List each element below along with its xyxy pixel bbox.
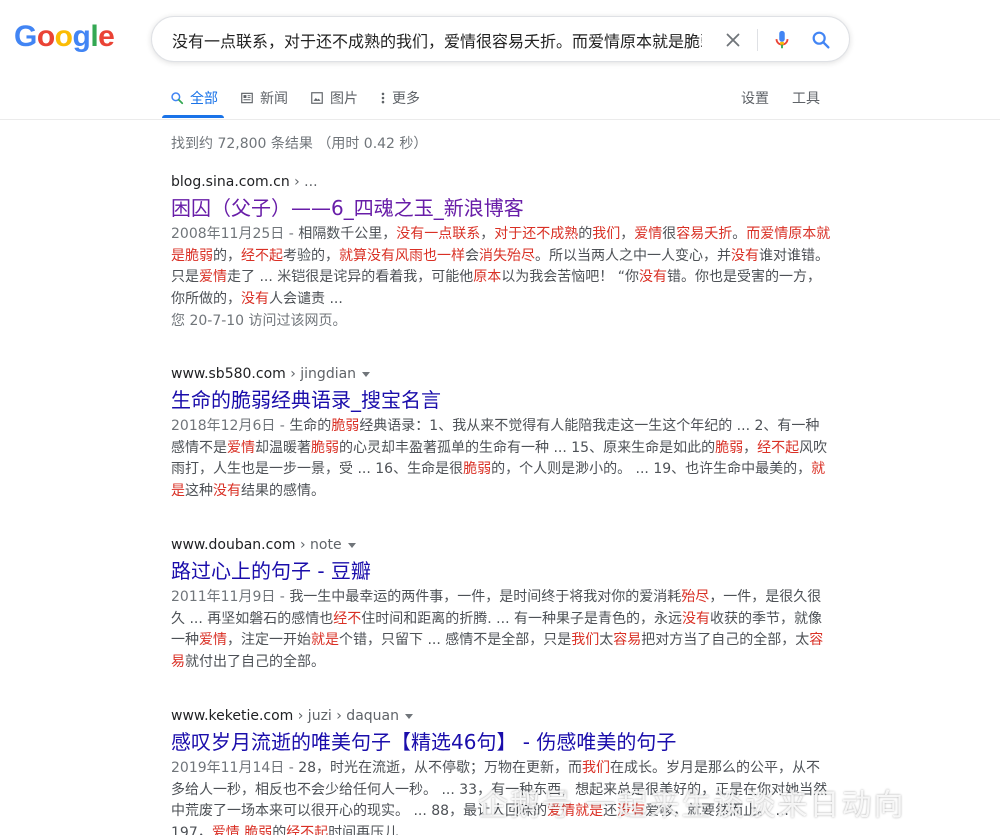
result-snippet: 2008年11月25日 - 相隔数千公里，没有一点联系，对于还不成熟的我们，爱情… [171, 224, 831, 310]
result-site: blog.sina.com.cn [171, 174, 290, 190]
result-title-link[interactable]: 感叹岁月流逝的唯美句子【精选46句】 - 伤感唯美的句子 [171, 728, 831, 756]
tools-button[interactable]: 工具 [792, 88, 820, 108]
result-title-link[interactable]: 困囚（父子）——6_四魂之玉_新浪博客 [171, 194, 831, 222]
settings-button[interactable]: 设置 [741, 88, 769, 108]
result-date: 2011年11月9日 - [171, 589, 290, 605]
search-box-divider [757, 29, 758, 51]
result-url[interactable]: www.sb580.com › jingdian [171, 364, 831, 384]
tab-label: 图片 [330, 91, 358, 107]
tab-label: 新闻 [260, 91, 288, 107]
logo-letter: g [72, 20, 91, 53]
watermark: 企鹅号 一起来生谈谈来日动向 [478, 788, 906, 823]
search-tabs: 全部 新闻 图片 更多 [170, 80, 442, 120]
newspaper-icon [241, 92, 253, 104]
result-title-link[interactable]: 生命的脆弱经典语录_搜宝名言 [171, 386, 831, 414]
caret-down-icon[interactable] [347, 542, 356, 548]
result-url[interactable]: www.douban.com › note [171, 535, 831, 555]
result-date: 2018年12月6日 - [171, 418, 290, 434]
active-tab-indicator [162, 115, 224, 118]
search-box [151, 16, 850, 63]
result-url[interactable]: blog.sina.com.cn › ... [171, 172, 831, 192]
result-path: › juzi › daquan [293, 708, 399, 724]
search-input[interactable] [172, 17, 702, 63]
search-result: www.sb580.com › jingdian 生命的脆弱经典语录_搜宝名言 … [171, 364, 831, 502]
result-path: › jingdian [285, 366, 357, 382]
tab-all[interactable]: 全部 [170, 80, 218, 116]
result-date: 2019年11月14日 - [171, 760, 299, 776]
microphone-icon[interactable] [771, 29, 793, 51]
logo-letter: o [36, 20, 55, 53]
caret-down-icon[interactable] [362, 371, 371, 377]
visited-note: 您 20-7-10 访问过该网页。 [171, 313, 347, 329]
result-snippet: 2011年11月9日 - 我一生中最幸运的两件事，一件，是时间终于将我对你的爱消… [171, 587, 831, 673]
result-url[interactable]: www.keketie.com › juzi › daquan [171, 706, 831, 726]
search-results-page: Google 全部 [0, 0, 1000, 835]
result-title-link[interactable]: 路过心上的句子 - 豆瓣 [171, 557, 831, 585]
logo-letter: l [90, 20, 99, 53]
result-path: › ... [289, 174, 318, 190]
image-icon [311, 92, 323, 104]
tab-news[interactable]: 新闻 [240, 80, 288, 116]
result-site: www.douban.com [171, 537, 296, 553]
logo-letter: o [54, 20, 73, 53]
close-icon[interactable] [722, 29, 744, 51]
result-stats: 找到约 72,800 条结果 （用时 0.42 秒） [171, 136, 428, 152]
tab-label: 全部 [190, 91, 218, 107]
result-snippet: 2018年12月6日 - 生命的脆弱经典语录：1、我从来不觉得有人能陪我走这一生… [171, 416, 831, 502]
search-icon[interactable] [810, 29, 832, 51]
search-result: blog.sina.com.cn › ... 困囚（父子）——6_四魂之玉_新浪… [171, 172, 831, 332]
result-site: www.keketie.com [171, 708, 294, 724]
more-vert-icon [381, 92, 385, 104]
search-icon [171, 92, 184, 105]
tab-images[interactable]: 图片 [310, 80, 358, 116]
tab-label: 更多 [392, 91, 420, 107]
caret-down-icon[interactable] [405, 713, 413, 719]
search-result: www.douban.com › note 路过心上的句子 - 豆瓣 2011年… [171, 535, 831, 673]
logo-letter: G [14, 20, 37, 53]
result-site: www.sb580.com [171, 366, 286, 382]
result-date: 2008年11月25日 - [171, 226, 299, 242]
google-logo[interactable]: Google [14, 20, 115, 54]
result-path: › note [295, 537, 342, 553]
tab-more[interactable]: 更多 [380, 80, 420, 116]
header: Google 全部 [0, 0, 1000, 120]
logo-letter: e [98, 20, 115, 53]
